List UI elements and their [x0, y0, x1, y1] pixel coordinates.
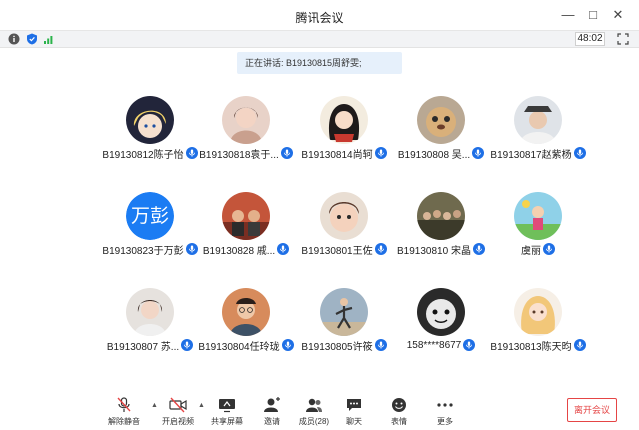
participant-name: B19130810 宋晶	[397, 245, 471, 257]
participant-tile[interactable]: 虞丽	[488, 192, 588, 262]
participant-tile[interactable]: B19130807 苏...	[100, 288, 200, 358]
window-title: 腾讯会议	[295, 11, 344, 25]
more-dots-icon	[437, 403, 453, 407]
photo-crowd-icon	[417, 192, 465, 240]
shield-icon[interactable]	[26, 33, 38, 45]
participant-name: B19130808 吴...	[397, 149, 471, 161]
meeting-info-bar: 48:02	[0, 31, 639, 48]
participant-tile[interactable]: B19130808 吴...	[391, 96, 491, 166]
participant-tile[interactable]: B19130810 宋晶	[391, 192, 491, 262]
participant-name: B19130823于万彭	[102, 245, 184, 257]
participant-name: B19130807 苏...	[106, 341, 180, 353]
mic-on-icon	[573, 147, 586, 159]
start-video-button[interactable]: 开启视频	[156, 393, 200, 430]
speaking-indicator: 正在讲话: B19130815周舒雯;	[237, 52, 402, 74]
mic-on-icon	[463, 339, 476, 351]
photo-toy-face-icon	[417, 288, 465, 336]
mic-on-icon	[573, 339, 586, 351]
illustration-girl-icon	[320, 96, 368, 144]
participant-name: B19130804任玲珑	[198, 341, 280, 353]
participant-tile[interactable]: 158****8677	[391, 288, 491, 358]
participant-tile[interactable]: B19130813陈天昀	[488, 288, 588, 358]
meeting-timer: 48:02	[575, 32, 605, 46]
participant-tile[interactable]: B19130828 戚...	[196, 192, 296, 262]
participant-name: B19130813陈天昀	[490, 341, 572, 353]
participant-tile[interactable]: B19130817赵紫杨	[488, 96, 588, 166]
participant-tile[interactable]: B19130801王佐	[294, 192, 394, 262]
participant-tile[interactable]: 万彭 B19130823于万彭	[100, 192, 200, 262]
photo-woman-icon	[222, 96, 270, 144]
participant-name: B19130828 戚...	[202, 245, 276, 257]
title-bar: 腾讯会议 — □ ✕	[0, 0, 639, 31]
chat-icon	[347, 399, 361, 411]
participant-name: B19130801王佐	[301, 245, 373, 257]
cartoon-colorful-icon	[514, 192, 562, 240]
photo-child-icon	[320, 192, 368, 240]
video-off-icon	[169, 397, 187, 413]
unmute-button[interactable]: 解除静音	[102, 393, 146, 430]
signal-strength-icon[interactable]	[43, 33, 55, 45]
participant-tile[interactable]: B19130805许筱	[294, 288, 394, 358]
participant-name: B19130817赵紫杨	[490, 149, 572, 161]
minimize-icon[interactable]: —	[559, 6, 577, 24]
photo-woman-light-icon	[126, 288, 174, 336]
cartoon-blonde-girl-icon	[514, 288, 562, 336]
anime-girl-dark-icon	[126, 96, 174, 144]
mic-on-icon	[543, 243, 555, 255]
mic-muted-icon	[117, 397, 131, 412]
photo-group-icon	[222, 192, 270, 240]
participant-name: B19130818袁于...	[199, 149, 279, 161]
info-icon[interactable]	[8, 33, 20, 45]
participant-tile[interactable]: B19130814尚轲	[294, 96, 394, 166]
meeting-toolbar: 解除静音 ▲ 开启视频 ▲ 共享屏幕 邀请 成员(28) 聊天 表情 更多	[0, 393, 639, 430]
participant-tile[interactable]: B19130804任玲珑	[196, 288, 296, 358]
emoji-icon	[392, 398, 406, 412]
photo-man-glasses-icon	[222, 288, 270, 336]
participant-name: B19130814尚轲	[301, 149, 373, 161]
share-screen-icon	[219, 399, 235, 413]
members-icon	[306, 398, 322, 412]
participant-name: 虞丽	[521, 245, 541, 257]
photo-pet-icon	[417, 96, 465, 144]
participant-tile[interactable]: B19130812陈子怡	[100, 96, 200, 166]
participant-tile[interactable]: B19130818袁于...	[196, 96, 296, 166]
close-icon[interactable]: ✕	[609, 6, 627, 24]
more-button[interactable]: 更多	[423, 393, 467, 430]
photo-man-hat-icon	[514, 96, 562, 144]
participant-name: B19130805许筱	[301, 341, 373, 353]
maximize-icon[interactable]: □	[584, 6, 602, 24]
participant-name: 158****8677	[406, 339, 462, 351]
leave-meeting-button[interactable]: 离开会议	[567, 398, 617, 422]
share-screen-button[interactable]: 共享屏幕	[205, 393, 249, 430]
photo-runner-icon	[320, 288, 368, 336]
fullscreen-icon[interactable]	[617, 33, 629, 45]
avatar-initials: 万彭	[126, 192, 174, 240]
invite-icon	[264, 397, 280, 412]
participant-name: B19130812陈子怡	[102, 149, 184, 161]
emoji-button[interactable]: 表情	[377, 393, 421, 430]
chat-button[interactable]: 聊天	[332, 393, 376, 430]
